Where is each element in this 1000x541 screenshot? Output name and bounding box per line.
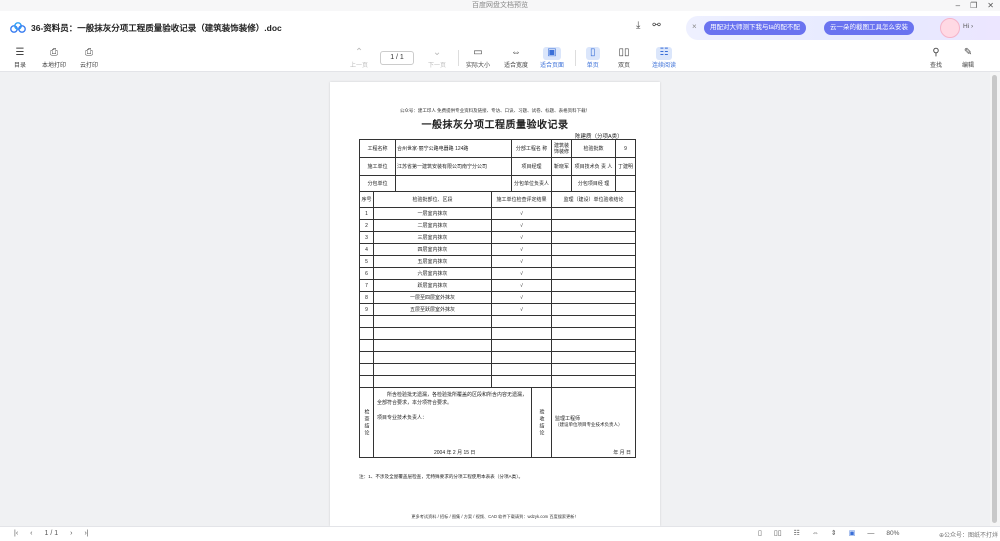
local-print-button[interactable]: ⎙ 本地打印 — [42, 47, 66, 69]
table-row: 1 一层室内抹灰 √ — [359, 207, 637, 220]
table-row: 施工单位 江苏省第一建筑安装有限公司南宁分公司 项目经理 靳晓军 项目技术负 责… — [358, 157, 637, 176]
download-icon[interactable]: ⤓ — [636, 20, 640, 31]
page-header-text: 公众号：建工印人 免费提供专业资料及链接、专访、口诀、习题、试卷、标题、表格资料… — [399, 108, 591, 113]
check-conclusion-cell: 所含检验批无遗漏，各检验批所覆盖的区段和所含内容无遗漏，全部符合要求，本分项符合… — [372, 387, 533, 458]
search-icon: ⚲ — [932, 47, 940, 58]
continuous-read-icon: ☷ — [655, 47, 673, 60]
table-row: 8 一层至四层室外抹灰 √ — [359, 291, 637, 304]
accept-conclusion-cell: 监理工程师 （建设单位项目专业技术负责人） 年 月 日 — [551, 387, 637, 458]
check-conclusion-label: 检查结论 — [359, 387, 374, 458]
fit-width-button[interactable]: ⇔ 适合宽度 — [504, 47, 528, 69]
prev-page-button[interactable]: ⌃ 上一页 — [350, 47, 368, 69]
table-row: 4 四层室内抹灰 √ — [359, 243, 637, 256]
ai-suggestion-chip-2[interactable]: 云一朵的截图工具怎么安装 — [824, 21, 914, 35]
viewer-toolbar: ☰ 目录 ⎙ 本地打印 ⎙ 云打印 ⌃ 上一页 1 / 1 ⌄ 下一页 ▭ 实际大小 ⇔ 适合… — [0, 44, 1000, 72]
table-row: 6 六层室内抹灰 √ — [359, 267, 637, 280]
pen-icon: ✎ — [963, 47, 973, 58]
accept-conclusion-label: 验收结论 — [531, 387, 553, 458]
edit-button[interactable]: ✎ 编辑 — [962, 47, 974, 69]
fit-width-icon[interactable]: ⇔ — [812, 530, 819, 537]
cloud-printer-icon: ⎙ — [85, 47, 93, 58]
table-row: 分包单位 分包单位负责人 分包项目经 理 — [358, 175, 637, 192]
window-titlebar: 百度网盘文档预览 – ❐ ✕ — [0, 0, 1000, 11]
status-page-indicator[interactable]: 1 / 1 — [45, 530, 59, 537]
table-row — [359, 327, 637, 340]
fit-page-icon[interactable]: ▣ — [849, 529, 856, 537]
double-page-icon: ▯▯ — [618, 47, 630, 58]
restore-icon[interactable]: ❐ — [970, 0, 977, 11]
document-viewport[interactable]: 公众号：建工印人 免费提供专业资料及链接、专访、口诀、习题、试卷、标题、表格资料… — [0, 72, 990, 526]
ai-close-icon[interactable]: × — [692, 22, 697, 31]
single-page-button[interactable]: ▯ 单页 — [586, 47, 600, 69]
toc-icon: ☰ — [15, 47, 25, 58]
watermark: ⊕公众号：图纸不打烊 — [938, 533, 998, 539]
page-indicator[interactable]: 1 / 1 — [380, 51, 414, 65]
table-row: 工程名称 合州世家·丽宁公路电器路 124路 分部工程名 称 建筑装饰装修 检验… — [358, 139, 637, 158]
printer-icon: ⎙ — [50, 47, 58, 58]
toolbar-divider — [458, 50, 459, 66]
prev-page-icon[interactable]: ‹ — [30, 530, 32, 537]
search-button[interactable]: ⚲ 查找 — [930, 47, 942, 69]
page-footer-text: 更多考试资料 / 招标 / 图集 / 方案 / 视频、CAD 软件下载请到：wd… — [411, 514, 579, 519]
window-title: 百度网盘文档预览 — [472, 2, 528, 9]
ai-suggestion-bar: × 用配对大师测下我与ta的配不配 云一朵的截图工具怎么安装 Hi › — [686, 16, 1000, 40]
continuous-read-button[interactable]: ☷ 连续阅读 — [652, 47, 676, 69]
first-page-icon[interactable]: |‹ — [14, 530, 18, 537]
inspection-record-table: 工程名称 合州世家·丽宁公路电器路 124路 分部工程名 称 建筑装饰装修 检验… — [358, 139, 637, 458]
share-icon[interactable]: ⚯ — [652, 20, 660, 31]
conclusion-row: 检查结论 所含检验批无遗漏，各检验批所覆盖的区段和所含内容无遗漏，全部符合要求，… — [359, 387, 637, 458]
single-page-icon[interactable]: ▯ — [758, 529, 762, 537]
fit-height-icon[interactable]: ⇕ — [831, 529, 837, 537]
fit-width-icon: ⇔ — [511, 47, 521, 58]
table-row: 7 跃层室内抹灰 √ — [359, 279, 637, 292]
single-page-icon: ▯ — [586, 47, 600, 60]
toolbar-divider — [575, 50, 576, 66]
continuous-icon[interactable]: ☷ — [794, 529, 800, 537]
fit-page-button[interactable]: ▣ 适合页面 — [540, 47, 564, 69]
table-row: 2 二层室内抹灰 √ — [359, 219, 637, 232]
cloud-print-button[interactable]: ⎙ 云打印 — [80, 47, 98, 69]
table-note: 注：1、不涉及全屋覆盖层检查，无特殊要求的分项工程使用本表表（分项A类）。 — [359, 474, 524, 479]
table-row — [359, 339, 637, 352]
last-page-icon[interactable]: ›| — [84, 530, 88, 537]
table-row: 3 三层室内抹灰 √ — [359, 231, 637, 244]
ai-suggestion-chip-1[interactable]: 用配对大师测下我与ta的配不配 — [704, 21, 806, 35]
ai-greeting[interactable]: Hi › — [963, 23, 973, 30]
next-page-button[interactable]: ⌄ 下一页 — [428, 47, 446, 69]
status-bar: |‹ ‹ 1 / 1 › ›| ▯ ▯▯ ☷ ⇔ ⇕ ▣ — 80% ⊕公众号：… — [0, 526, 1000, 541]
fit-page-icon: ▣ — [543, 47, 561, 60]
close-icon[interactable]: ✕ — [987, 0, 994, 11]
zoom-level[interactable]: 80% — [886, 530, 899, 537]
baidu-netdisk-logo-icon — [10, 21, 26, 33]
document-header: 36-资料员：一般抹灰分项工程质量验收记录（建筑装饰装修）.doc ⤓ ⚯ × … — [0, 11, 1000, 44]
arrow-down-icon: ⌄ — [432, 47, 442, 58]
arrow-up-icon: ⌃ — [354, 47, 364, 58]
next-page-icon[interactable]: › — [70, 530, 72, 537]
document-title: 36-资料员：一般抹灰分项工程质量验收记录（建筑装饰装修）.doc — [31, 22, 282, 33]
form-title: 一般抹灰分项工程质量验收记录 — [421, 120, 569, 131]
actual-size-icon: ▭ — [473, 47, 483, 58]
table-row — [359, 363, 637, 376]
zoom-out-icon[interactable]: — — [867, 530, 874, 537]
table-row — [359, 375, 637, 388]
toc-button[interactable]: ☰ 目录 — [14, 47, 26, 69]
scrollbar-thumb[interactable] — [992, 75, 997, 523]
table-header-row: 序号 检验批部位、区段 施工单位检查评定结果 监理（建设）单位验收结论 — [359, 191, 637, 208]
table-row — [359, 351, 637, 364]
double-page-button[interactable]: ▯▯ 双页 — [618, 47, 630, 69]
table-row: 9 五层至跃层室外抹灰 √ — [359, 303, 637, 316]
minimize-icon[interactable]: – — [956, 0, 960, 11]
double-page-icon[interactable]: ▯▯ — [774, 529, 782, 537]
table-row: 5 五层室内抹灰 √ — [359, 255, 637, 268]
table-row — [359, 315, 637, 328]
ai-assistant-avatar[interactable] — [940, 18, 960, 38]
document-page: 公众号：建工印人 免费提供专业资料及链接、专访、口诀、习题、试卷、标题、表格资料… — [330, 82, 660, 526]
actual-size-button[interactable]: ▭ 实际大小 — [466, 47, 490, 69]
